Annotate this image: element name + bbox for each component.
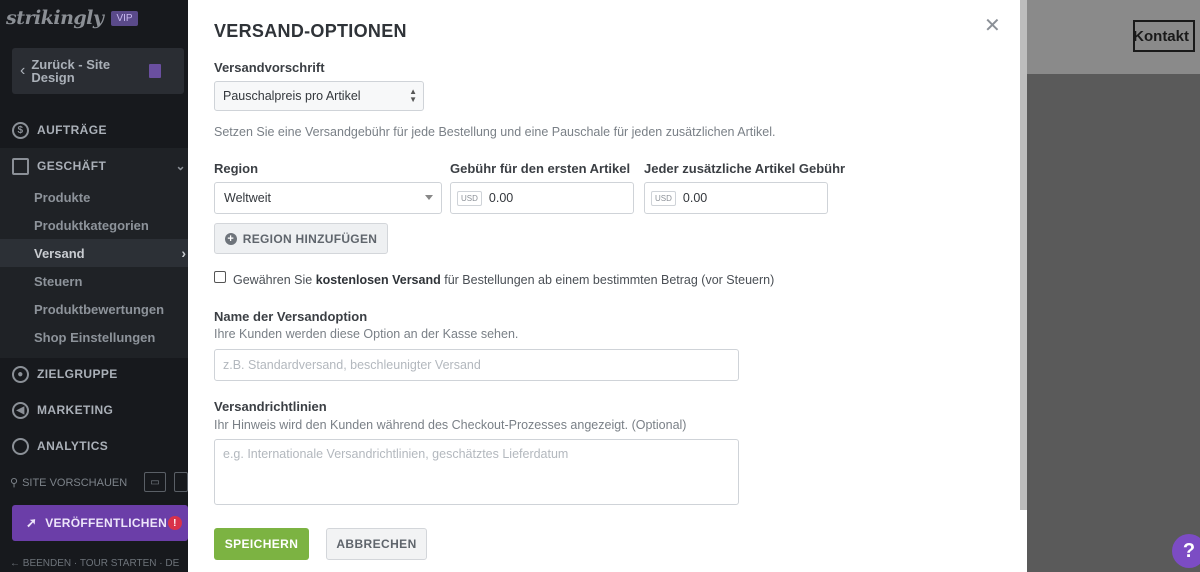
sidebar-item-steuern[interactable]: Steuern bbox=[0, 267, 188, 295]
megaphone-icon: ◀ bbox=[12, 401, 29, 419]
chevron-updown-icon: ▲ ▼ bbox=[409, 87, 417, 104]
option-name-input[interactable]: z.B. Standardversand, beschleunigter Ver… bbox=[214, 349, 739, 381]
policy-hint: Ihr Hinweis wird den Kunden während des … bbox=[214, 418, 687, 432]
user-icon: ● bbox=[12, 365, 29, 383]
input-value: 0.00 bbox=[682, 191, 708, 205]
select-value: Weltweit bbox=[224, 191, 272, 205]
preview-label: SITE VORSCHAUEN bbox=[22, 476, 128, 489]
plus-icon: + bbox=[224, 232, 237, 245]
chevron-down-icon bbox=[425, 195, 433, 200]
textarea-placeholder: e.g. Internationale Versandrichtlinien, … bbox=[223, 447, 569, 461]
back-button[interactable]: ‹ Zurück - Site Design bbox=[12, 48, 184, 94]
add-region-button[interactable]: + REGION HINZUFÜGEN bbox=[214, 223, 388, 254]
first-fee-input[interactable]: USD 0.00 bbox=[450, 182, 634, 214]
modal-title: VERSAND-OPTIONEN bbox=[214, 21, 407, 41]
shipping-options-modal: VERSAND-OPTIONEN ✕ Versandvorschrift Pau… bbox=[188, 0, 1027, 572]
dollar-icon: $ bbox=[12, 121, 29, 139]
free-shipping-text-bold: kostenlosen Versand bbox=[315, 273, 441, 287]
mobile-icon[interactable] bbox=[174, 472, 188, 492]
sidebar-header: strikingly VIP bbox=[0, 0, 188, 36]
free-shipping-label: Gewähren Sie kostenlosen Versand für Bes… bbox=[233, 273, 774, 287]
free-shipping-text-pre: Gewähren Sie bbox=[233, 273, 316, 287]
chevron-left-icon: ‹ bbox=[20, 62, 26, 79]
button-label: REGION HINZUFÜGEN bbox=[242, 231, 378, 246]
nav-label: ANALYTICS bbox=[37, 439, 109, 453]
nav-label: ZIELGRUPPE bbox=[37, 367, 118, 381]
nav-auftraege[interactable]: $ AUFTRÄGE bbox=[0, 112, 188, 148]
free-shipping-text-post: für Bestellungen ab einem bestimmten Bet… bbox=[440, 273, 775, 287]
store-icon bbox=[12, 157, 29, 175]
select-value: Pauschalpreis pro Artikel bbox=[223, 89, 361, 103]
desktop-icon[interactable]: ▭ bbox=[144, 472, 166, 492]
chevron-down-icon: ⌄ bbox=[175, 159, 186, 173]
back-label: Zurück - Site Design bbox=[31, 57, 111, 85]
sidebar: strikingly VIP ‹ Zurück - Site Design $ … bbox=[0, 0, 188, 572]
help-icon[interactable]: ? bbox=[1172, 534, 1200, 568]
sidebar-item-produktkategorien[interactable]: Produktkategorien bbox=[0, 211, 188, 239]
input-value: 0.00 bbox=[488, 191, 514, 205]
chevron-right-icon: › bbox=[181, 245, 186, 261]
rule-description: Setzen Sie eine Versandgebühr für jede B… bbox=[214, 125, 776, 139]
contact-button[interactable]: Kontakt bbox=[1133, 20, 1195, 52]
sidebar-item-versand[interactable]: Versand › bbox=[0, 239, 188, 267]
design-icon bbox=[149, 64, 162, 78]
sidebar-item-shop-einstellungen[interactable]: Shop Einstellungen bbox=[0, 323, 188, 351]
policy-label: Versandrichtlinien bbox=[214, 399, 327, 414]
option-name-hint: Ihre Kunden werden diese Option an der K… bbox=[214, 327, 519, 341]
sidebar-item-produkte[interactable]: Produkte bbox=[0, 183, 188, 211]
shipping-rule-select[interactable]: Pauschalpreis pro Artikel ▲ ▼ bbox=[214, 81, 424, 111]
close-icon[interactable]: ✕ bbox=[984, 16, 1001, 36]
additional-fee-label: Jeder zusätzliche Artikel Gebühr bbox=[644, 161, 846, 176]
search-icon: ⚲ bbox=[10, 477, 19, 489]
rocket-icon: ➚ bbox=[26, 515, 38, 530]
option-name-label: Name der Versandoption bbox=[214, 309, 368, 324]
nav-zielgruppe[interactable]: ● ZIELGRUPPE bbox=[0, 356, 188, 392]
rule-label: Versandvorschrift bbox=[214, 60, 325, 75]
nav-label: AUFTRÄGE bbox=[37, 123, 107, 137]
publish-label: VERÖFFENTLICHEN bbox=[45, 516, 168, 530]
chart-pie-icon bbox=[12, 437, 29, 455]
modal-scrollbar[interactable] bbox=[1020, 0, 1027, 510]
nav-geschaeft[interactable]: GESCHÄFT ⌄ bbox=[0, 148, 188, 184]
save-button[interactable]: SPEICHERN bbox=[214, 528, 309, 560]
sidebar-item-label: Versand bbox=[34, 245, 85, 261]
publish-button[interactable]: ➚ VERÖFFENTLICHEN ! bbox=[12, 505, 188, 541]
page-backdrop bbox=[1027, 0, 1200, 572]
input-placeholder: z.B. Standardversand, beschleunigter Ver… bbox=[223, 358, 481, 372]
currency-badge: USD bbox=[457, 190, 482, 206]
currency-badge: USD bbox=[651, 190, 676, 206]
region-select[interactable]: Weltweit bbox=[214, 182, 442, 214]
policy-textarea[interactable]: e.g. Internationale Versandrichtlinien, … bbox=[214, 439, 739, 505]
nav-label: GESCHÄFT bbox=[37, 159, 107, 173]
footer-links[interactable]: ← BEENDEN · TOUR STARTEN · DE bbox=[10, 558, 179, 569]
additional-fee-input[interactable]: USD 0.00 bbox=[644, 182, 828, 214]
nav-label: MARKETING bbox=[37, 403, 114, 417]
first-fee-label: Gebühr für den ersten Artikel bbox=[450, 161, 631, 176]
warning-icon: ! bbox=[168, 516, 182, 530]
site-preview[interactable]: ⚲ SITE VORSCHAUEN ▭ bbox=[10, 472, 188, 492]
free-shipping-checkbox[interactable] bbox=[214, 271, 226, 283]
logo: strikingly bbox=[6, 7, 104, 29]
region-label: Region bbox=[214, 161, 259, 176]
cancel-button[interactable]: ABBRECHEN bbox=[326, 528, 427, 560]
vip-badge: VIP bbox=[111, 10, 138, 26]
nav-analytics[interactable]: ANALYTICS bbox=[0, 428, 188, 464]
nav-marketing[interactable]: ◀ MARKETING bbox=[0, 392, 188, 428]
sidebar-item-produktbewertungen[interactable]: Produktbewertungen bbox=[0, 295, 188, 323]
